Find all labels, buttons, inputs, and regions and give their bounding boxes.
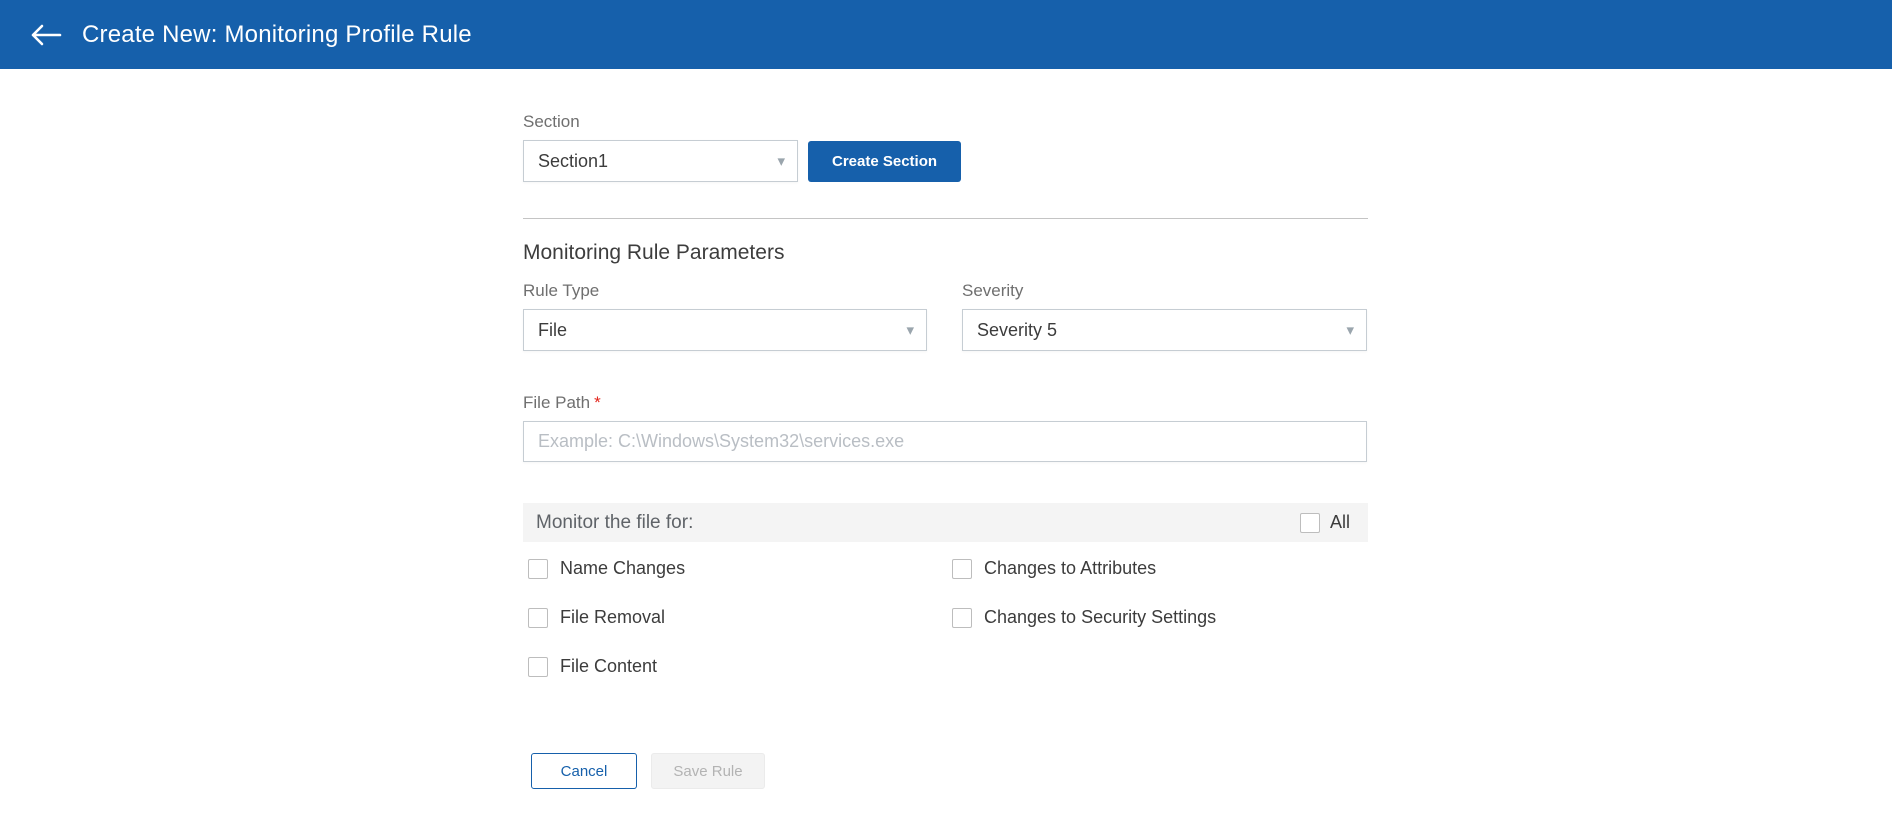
severity-select[interactable]: Severity 5 ▾ [962, 309, 1367, 351]
checkbox-icon[interactable] [528, 559, 548, 579]
checkbox-label: Changes to Attributes [984, 558, 1156, 579]
required-asterisk: * [594, 393, 601, 412]
checkbox-file-content[interactable]: File Content [528, 656, 952, 677]
file-path-field: File Path* [523, 393, 1368, 462]
page-title: Create New: Monitoring Profile Rule [82, 21, 472, 49]
checkbox-label: Changes to Security Settings [984, 607, 1216, 628]
checkbox-label: Name Changes [560, 558, 685, 579]
rule-form: Section Section1 ▾ Create Section Monito… [523, 112, 1368, 789]
checkbox-name-changes[interactable]: Name Changes [528, 558, 952, 579]
checkbox-icon[interactable] [528, 657, 548, 677]
section-select[interactable]: Section1 ▾ [523, 140, 798, 182]
severity-select-value: Severity 5 [977, 320, 1057, 341]
checkbox-label: File Content [560, 656, 657, 677]
section-select-value: Section1 [538, 151, 608, 172]
rule-type-select-value: File [538, 320, 567, 341]
header: Create New: Monitoring Profile Rule [0, 0, 1892, 69]
severity-field: Severity Severity 5 ▾ [962, 281, 1367, 351]
form-actions: Cancel Save Rule [531, 753, 1368, 789]
divider [523, 218, 1368, 219]
checkbox-all[interactable]: All [1300, 512, 1350, 533]
checkbox-changes-to-attributes[interactable]: Changes to Attributes [952, 558, 1368, 579]
rule-type-severity-row: Rule Type File ▾ Severity Severity 5 ▾ [523, 281, 1368, 351]
create-section-button[interactable]: Create Section [808, 141, 961, 182]
rule-type-label: Rule Type [523, 281, 927, 301]
checkbox-icon[interactable] [952, 559, 972, 579]
checkbox-file-removal[interactable]: File Removal [528, 607, 952, 628]
parameters-heading: Monitoring Rule Parameters [523, 241, 1368, 265]
file-path-label-text: File Path [523, 393, 590, 412]
cancel-button[interactable]: Cancel [531, 753, 637, 789]
checkbox-icon[interactable] [528, 608, 548, 628]
monitor-options-grid: Name Changes Changes to Attributes File … [528, 558, 1368, 677]
checkbox-icon[interactable] [952, 608, 972, 628]
checkbox-icon[interactable] [1300, 513, 1320, 533]
section-label: Section [523, 112, 1368, 132]
file-path-label: File Path* [523, 393, 1368, 413]
rule-type-select[interactable]: File ▾ [523, 309, 927, 351]
chevron-down-icon: ▾ [906, 323, 914, 338]
section-row: Section1 ▾ Create Section [523, 140, 1368, 182]
chevron-down-icon: ▾ [1346, 323, 1354, 338]
severity-label: Severity [962, 281, 1367, 301]
monitor-heading: Monitor the file for: [536, 512, 693, 534]
rule-type-field: Rule Type File ▾ [523, 281, 927, 351]
file-path-input[interactable] [523, 421, 1367, 462]
checkbox-changes-to-security-settings[interactable]: Changes to Security Settings [952, 607, 1368, 628]
checkbox-all-label: All [1330, 512, 1350, 533]
save-rule-button[interactable]: Save Rule [651, 753, 765, 789]
monitor-section-bar: Monitor the file for: All [523, 503, 1368, 542]
arrow-left-icon [30, 24, 62, 46]
checkbox-label: File Removal [560, 607, 665, 628]
back-button[interactable] [24, 13, 68, 57]
chevron-down-icon: ▾ [777, 154, 785, 169]
